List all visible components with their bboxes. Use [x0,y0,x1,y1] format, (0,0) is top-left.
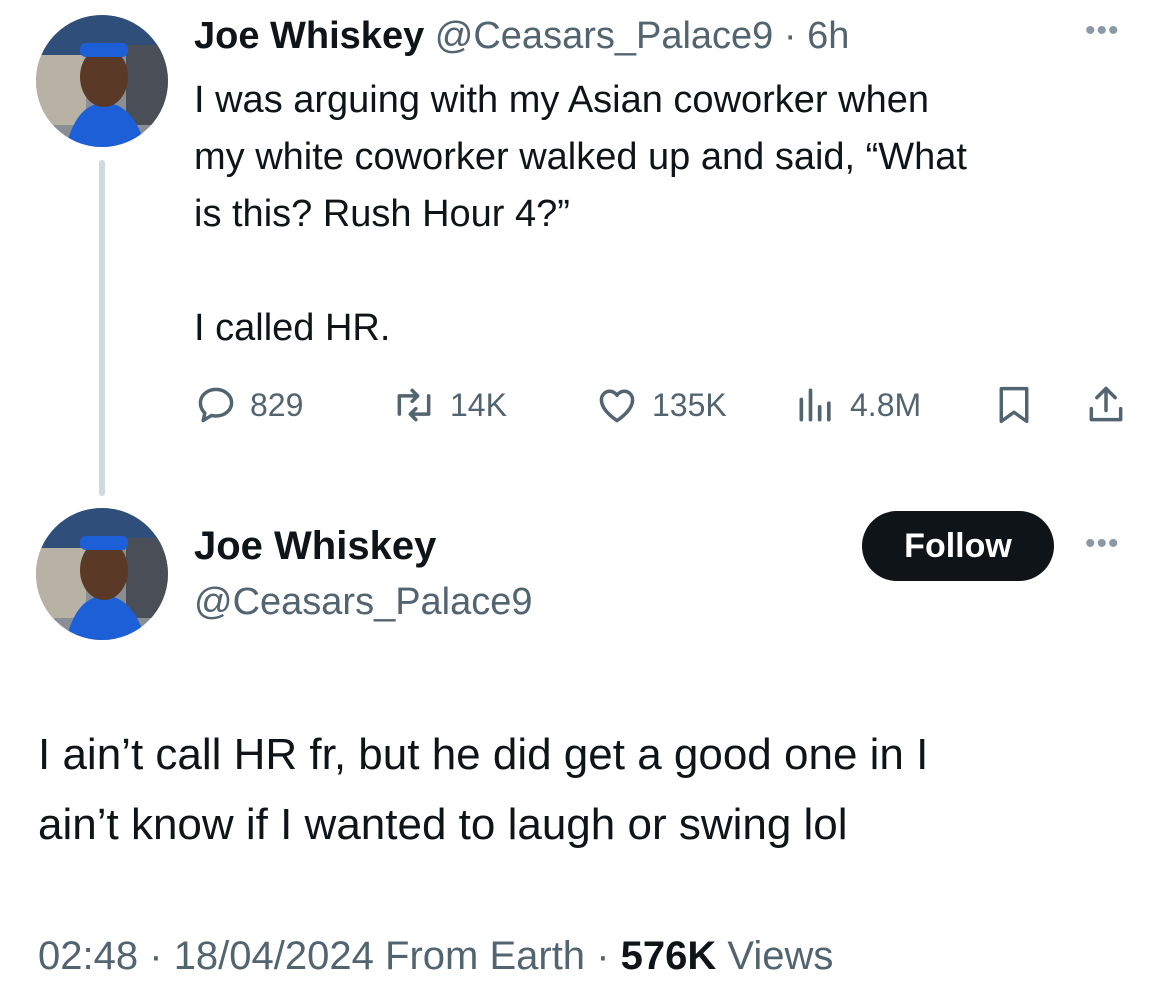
more-icon[interactable]: ••• [1085,14,1120,48]
separator: · [149,934,163,978]
tweet-text: I ain’t call HR fr, but he did get a goo… [38,720,1138,860]
tweet-header: Joe Whiskey @Ceasars_Palace9 · 6h [194,12,849,60]
tweet-date[interactable]: 18/04/2024 [174,934,374,978]
separator: · [783,15,797,57]
like-count: 135K [652,386,727,423]
views-button[interactable]: 4.8M [794,380,921,430]
tweet-line: I called HR. [194,307,391,349]
author-name[interactable]: Joe Whiskey [194,15,424,57]
avatar[interactable] [36,15,168,147]
views-label: Views [727,934,834,978]
like-button[interactable]: 135K [594,380,727,430]
more-icon[interactable]: ••• [1085,527,1120,561]
tweet-line: my white coworker walked up and said, “W… [194,136,967,178]
tweet-line: is this? Rush Hour 4?” [194,193,570,235]
share-icon [1084,383,1128,427]
like-icon [594,383,640,427]
reply-count: 829 [250,386,304,423]
reply-button[interactable]: 829 [194,380,303,430]
views-count: 4.8M [850,386,922,423]
follow-button[interactable]: Follow [862,511,1054,581]
author-handle[interactable]: @Ceasars_Palace9 [435,15,774,57]
bookmark-button[interactable] [994,380,1034,430]
tweet-source: From Earth [385,934,586,978]
tweet-meta: 02:48 · 18/04/2024 From Earth · 576K Vie… [38,930,833,982]
share-button[interactable] [1084,380,1128,430]
author-handle[interactable]: @Ceasars_Palace9 [194,578,533,626]
views-count[interactable]: 576K [621,934,717,978]
tweet-time[interactable]: 02:48 [38,934,138,978]
repost-icon [390,383,438,427]
author-name[interactable]: Joe Whiskey [194,520,436,572]
separator: · [596,934,610,978]
thread-line [99,160,105,496]
repost-button[interactable]: 14K [390,380,507,430]
tweet-line: I ain’t call HR fr, but he did get a goo… [38,730,929,779]
bookmark-icon [994,383,1034,427]
timestamp[interactable]: 6h [807,15,849,57]
repost-count: 14K [450,386,507,423]
tweet-text: I was arguing with my Asian coworker whe… [194,72,1144,357]
reply-icon [194,383,238,427]
tweet-line: I was arguing with my Asian coworker whe… [194,79,929,121]
views-icon [794,383,838,427]
avatar[interactable] [36,508,168,640]
tweet-line: ain’t know if I wanted to laugh or swing… [38,800,848,849]
